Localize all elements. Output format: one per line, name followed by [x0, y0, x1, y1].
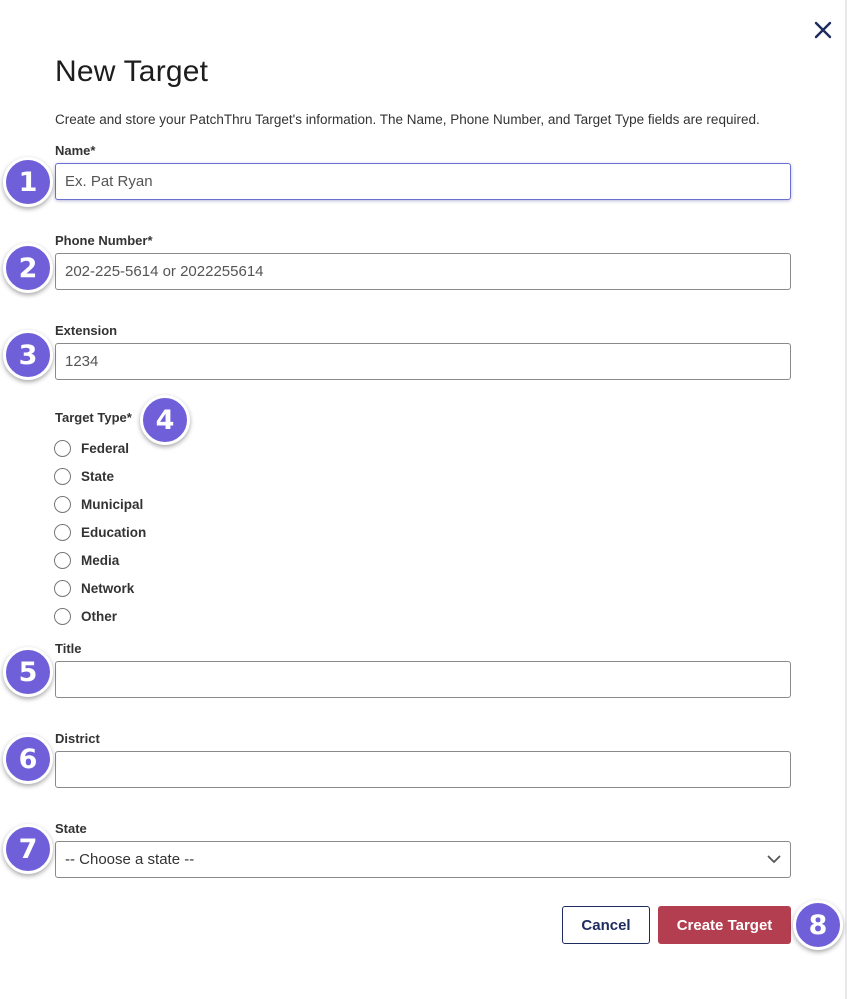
chevron-down-icon — [767, 855, 781, 863]
name-label: Name* — [55, 143, 96, 158]
create-target-button[interactable]: Create Target — [658, 906, 791, 944]
radio-button[interactable] — [54, 467, 71, 485]
target-type-option-media[interactable]: Media — [54, 546, 146, 574]
radio-label: Municipal — [81, 496, 144, 512]
radio-button[interactable] — [54, 607, 71, 625]
radio-label: State — [81, 468, 115, 484]
cancel-button[interactable]: Cancel — [562, 906, 650, 944]
radio-label: Federal — [81, 440, 130, 456]
target-type-option-federal[interactable]: Federal — [54, 434, 146, 462]
badge-2: 2 — [3, 243, 53, 293]
dialog-title: New Target — [55, 55, 209, 88]
new-target-dialog: New Target Create and store your PatchTh… — [0, 0, 847, 999]
title-input[interactable] — [55, 661, 791, 698]
extension-input[interactable] — [55, 343, 791, 380]
title-label: Title — [55, 641, 82, 656]
badge-4: 4 — [140, 395, 190, 445]
target-type-option-state[interactable]: State — [54, 462, 146, 490]
radio-label: Other — [81, 608, 118, 624]
state-select[interactable]: -- Choose a state -- — [55, 841, 791, 878]
radio-button[interactable] — [54, 495, 71, 513]
radio-label: Media — [81, 552, 120, 568]
target-type-option-education[interactable]: Education — [54, 518, 146, 546]
close-icon — [814, 21, 832, 39]
phone-input[interactable] — [55, 253, 791, 290]
badge-3: 3 — [3, 330, 53, 380]
state-label: State — [55, 821, 87, 836]
phone-label: Phone Number* — [55, 233, 153, 248]
state-select-value: -- Choose a state -- — [65, 851, 195, 868]
badge-5: 5 — [3, 647, 53, 697]
dialog-description: Create and store your PatchThru Target's… — [55, 112, 760, 127]
close-button[interactable] — [810, 17, 836, 43]
radio-label: Education — [81, 524, 147, 540]
name-input[interactable] — [55, 163, 791, 200]
radio-label: Network — [81, 580, 135, 596]
badge-8: 8 — [793, 900, 843, 950]
badge-1: 1 — [3, 157, 53, 207]
radio-button[interactable] — [54, 551, 71, 569]
target-type-radio-group: Federal State Municipal Education Media … — [54, 434, 146, 630]
radio-button[interactable] — [54, 439, 71, 457]
district-input[interactable] — [55, 751, 791, 788]
radio-button[interactable] — [54, 579, 71, 597]
district-label: District — [55, 731, 100, 746]
target-type-option-network[interactable]: Network — [54, 574, 146, 602]
target-type-option-municipal[interactable]: Municipal — [54, 490, 146, 518]
extension-label: Extension — [55, 323, 118, 338]
badge-6: 6 — [3, 734, 53, 784]
badge-7: 7 — [3, 824, 53, 874]
radio-button[interactable] — [54, 523, 71, 541]
target-type-option-other[interactable]: Other — [54, 602, 146, 630]
target-type-label: Target Type* — [55, 410, 132, 425]
